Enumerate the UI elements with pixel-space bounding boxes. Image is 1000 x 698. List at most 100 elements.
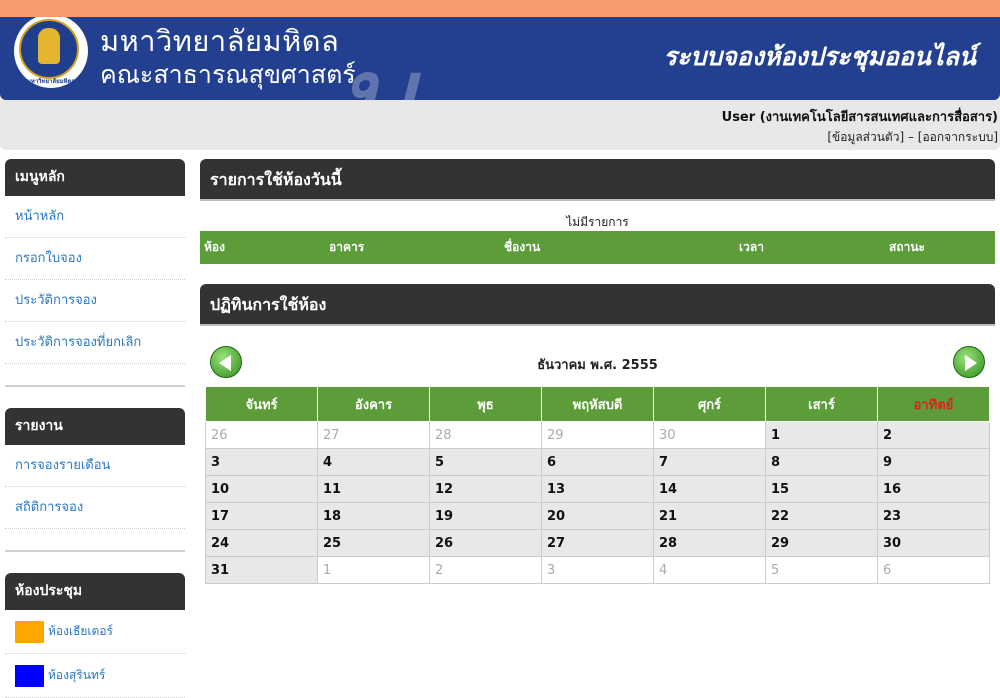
calendar-day[interactable]: 11 [317, 475, 430, 503]
calendar-day[interactable]: 25 [317, 529, 430, 557]
calendar-day[interactable]: 10 [205, 475, 318, 503]
profile-link[interactable]: [ข้อมูลส่วนตัว] [827, 130, 904, 144]
calendar-week-row: 31 1 2 3 4 5 6 [205, 556, 990, 584]
room-label: ห้องสุรินทร์ [48, 668, 106, 682]
calendar-week-row: 24 25 26 27 28 29 30 [205, 529, 990, 557]
sidebar-item-monthly-report[interactable]: การจองรายเดือน [5, 445, 185, 487]
calendar-day[interactable]: 15 [765, 475, 878, 503]
col-time: เวลา [739, 240, 764, 254]
main-menu-title: เมนูหลัก [5, 159, 185, 196]
calendar-nav: ธันวาคม พ.ศ. 2555 [200, 342, 995, 386]
calendar-day[interactable]: 19 [429, 502, 542, 530]
col-room: ห้อง [204, 240, 225, 254]
room-color-swatch [15, 620, 44, 643]
weekday-header: พฤหัสบดี [541, 386, 654, 422]
calendar-day[interactable]: 12 [429, 475, 542, 503]
calendar-day[interactable]: 3 [205, 448, 318, 476]
calendar-day[interactable]: 1 [765, 421, 878, 449]
reports-title: รายงาน [5, 408, 185, 445]
calendar-day-other-month[interactable]: 5 [765, 556, 878, 584]
weekday-header-sunday: อาทิตย์ [877, 386, 990, 422]
calendar-day[interactable]: 23 [877, 502, 990, 530]
calendar-day[interactable]: 21 [653, 502, 766, 530]
user-bar: User (งานเทคโนโลยีสารสนเทศและการสื่อสาร)… [0, 100, 1000, 150]
crown-icon [38, 28, 60, 64]
calendar-day[interactable]: 16 [877, 475, 990, 503]
logo-text-bottom: มหาวิทยาลัยมหิดล [26, 78, 76, 85]
sidebar-item-home[interactable]: หน้าหลัก [5, 196, 185, 238]
calendar-day[interactable]: 5 [429, 448, 542, 476]
weekday-header-row: จันทร์ อังคาร พุธ พฤหัสบดี ศุกร์ เสาร์ อ… [205, 386, 990, 422]
today-table-header: ห้อง อาคาร ชื่องาน เวลา สถานะ [200, 231, 995, 264]
logout-link[interactable]: [ออกจากระบบ] [918, 130, 998, 144]
calendar-day[interactable]: 27 [541, 529, 654, 557]
university-logo: มหิดล มหาวิทยาลัยมหิดล [14, 17, 88, 88]
calendar-day[interactable]: 9 [877, 448, 990, 476]
calendar-day-other-month[interactable]: 30 [653, 421, 766, 449]
calendar-day[interactable]: 2 [877, 421, 990, 449]
top-accent-band [0, 0, 1000, 17]
weekday-header: จันทร์ [205, 386, 318, 422]
calendar-week-row: 10 11 12 13 14 15 16 [205, 475, 990, 503]
calendar-day[interactable]: 30 [877, 529, 990, 557]
user-links: [ข้อมูลส่วนตัว] – [ออกจากระบบ] [827, 128, 998, 147]
system-title: ระบบจองห้องประชุมออนไลน์ [663, 42, 976, 71]
room-label: ห้องเธียเตอร์ [48, 624, 113, 638]
weekday-header: อังคาร [317, 386, 430, 422]
weekday-header: ศุกร์ [653, 386, 766, 422]
calendar-day-other-month[interactable]: 28 [429, 421, 542, 449]
calendar-day[interactable]: 17 [205, 502, 318, 530]
next-month-arrow-icon[interactable] [953, 346, 985, 378]
col-building: อาคาร [329, 240, 365, 254]
calendar-day[interactable]: 29 [765, 529, 878, 557]
calendar-day[interactable]: 26 [429, 529, 542, 557]
room-color-swatch [15, 664, 44, 687]
sidebar: เมนูหลัก หน้าหลัก กรอกใบจอง ประวัติการจอ… [5, 159, 185, 698]
calendar-day-other-month[interactable]: 29 [541, 421, 654, 449]
room-item-theater[interactable]: ห้องเธียเตอร์ [5, 610, 185, 654]
calendar-day-other-month[interactable]: 26 [205, 421, 318, 449]
calendar-day[interactable]: 20 [541, 502, 654, 530]
calendar-day[interactable]: 7 [653, 448, 766, 476]
calendar-day-other-month[interactable]: 3 [541, 556, 654, 584]
calendar-week-row: 26 27 28 29 30 1 2 [205, 421, 990, 449]
sidebar-divider [5, 385, 185, 387]
sidebar-divider [5, 550, 185, 552]
faculty-name: คณะสาธารณสุขศาสตร์ [100, 60, 356, 89]
rooms-title: ห้องประชุม [5, 573, 185, 610]
no-items-text: ไม่มีรายการ [566, 215, 629, 229]
main-content: รายการใช้ห้องวันนี้ ไม่มีรายการ ห้อง อาค… [200, 159, 995, 584]
calendar-day[interactable]: 24 [205, 529, 318, 557]
calendar-day[interactable]: 8 [765, 448, 878, 476]
calendar-grid: จันทร์ อังคาร พุธ พฤหัสบดี ศุกร์ เสาร์ อ… [205, 386, 990, 584]
calendar-panel-title: ปฏิทินการใช้ห้อง [200, 284, 995, 326]
calendar-day[interactable]: 14 [653, 475, 766, 503]
calendar-day[interactable]: 31 [205, 556, 318, 584]
month-label: ธันวาคม พ.ศ. 2555 [537, 358, 658, 373]
col-event-name: ชื่องาน [504, 240, 541, 254]
weekday-header: เสาร์ [765, 386, 878, 422]
sidebar-item-cancelled-history[interactable]: ประวัติการจองที่ยกเลิก [5, 322, 185, 364]
calendar-day[interactable]: 22 [765, 502, 878, 530]
sidebar-item-booking-history[interactable]: ประวัติการจอง [5, 280, 185, 322]
user-links-separator: – [904, 130, 918, 144]
calendar-day-other-month[interactable]: 1 [317, 556, 430, 584]
calendar-day-other-month[interactable]: 27 [317, 421, 430, 449]
calendar-week-row: 17 18 19 20 21 22 23 [205, 502, 990, 530]
calendar-day-other-month[interactable]: 4 [653, 556, 766, 584]
calendar-day[interactable]: 28 [653, 529, 766, 557]
calendar-week-row: 3456789 [205, 448, 990, 476]
calendar-day-other-month[interactable]: 6 [877, 556, 990, 584]
today-panel-title: รายการใช้ห้องวันนี้ [200, 159, 995, 201]
room-item-surin[interactable]: ห้องสุรินทร์ [5, 654, 185, 698]
calendar-day[interactable]: 6 [541, 448, 654, 476]
calendar-body: 26 27 28 29 30 1 2 3 4 5 6 7 8 9 10 11 12 13 14 15 16 17 18 19 2… [205, 421, 990, 584]
sidebar-item-statistics[interactable]: สถิติการจอง [5, 487, 185, 529]
calendar-day[interactable]: 13 [541, 475, 654, 503]
calendar-day[interactable]: 18 [317, 502, 430, 530]
user-name: User (งานเทคโนโลยีสารสนเทศและการสื่อสาร) [721, 110, 998, 125]
calendar-day-other-month[interactable]: 2 [429, 556, 542, 584]
sidebar-item-booking-form[interactable]: กรอกใบจอง [5, 238, 185, 280]
calendar-day[interactable]: 4 [317, 448, 430, 476]
today-table: ห้อง อาคาร ชื่องาน เวลา สถานะ [200, 231, 995, 264]
